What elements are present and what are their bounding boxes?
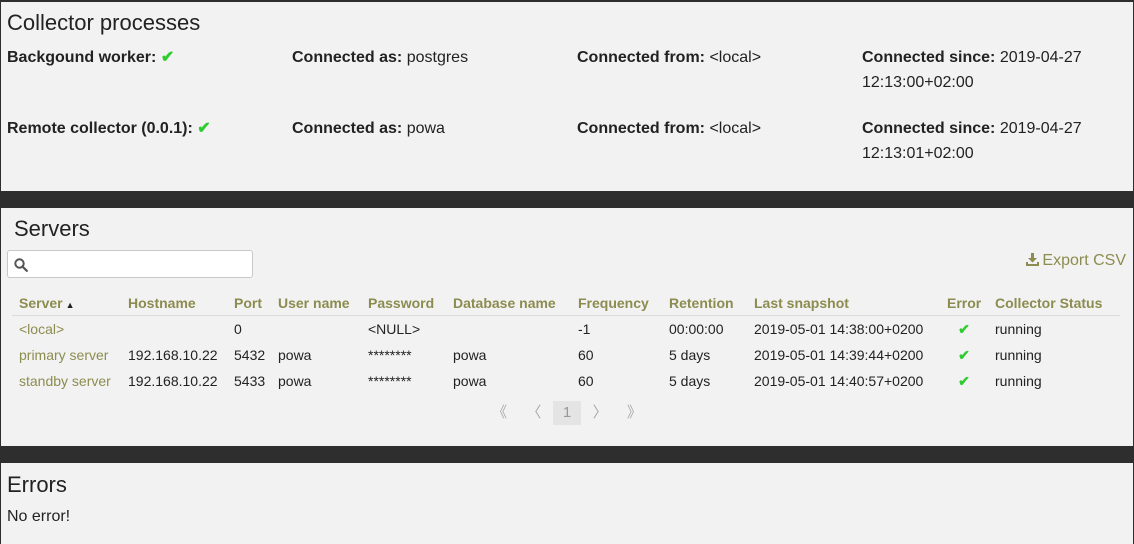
server-link[interactable]: standby server (12, 368, 121, 394)
collector-name-label: Remote collector (0.0.1): (7, 120, 193, 137)
error-message: No error! (7, 508, 71, 525)
status-cell: running (995, 373, 1042, 389)
table-row: primary server 192.168.10.22 5432 powa *… (12, 342, 1120, 368)
check-icon: ✔ (160, 49, 175, 66)
search-input[interactable] (34, 254, 248, 276)
connected-as-label: Connected as: (292, 49, 403, 66)
username-cell: powa (278, 373, 312, 389)
connected-since: Connected since: 2019-04-27 12:13:01+02:… (862, 116, 1122, 166)
last-snapshot-cell: 2019-05-01 14:40:57+0200 (754, 373, 924, 389)
hostname-cell: 192.168.10.22 (128, 373, 218, 389)
column-header-username[interactable]: User name (271, 291, 361, 316)
table-header-row: Server ▲ Hostname Port User name Password… (12, 291, 1120, 316)
last-snapshot-cell: 2019-05-01 14:38:00+0200 (754, 321, 924, 337)
search-icon (14, 258, 28, 272)
connected-since-time: 12:13:01+02:00 (862, 145, 974, 162)
connected-as: Connected as: postgres (292, 45, 468, 70)
server-link[interactable]: primary server (12, 342, 121, 368)
column-header-port[interactable]: Port (227, 291, 271, 316)
error-cell: ✔ (940, 368, 988, 394)
connected-from-value: <local> (709, 49, 762, 66)
hostname-cell (121, 316, 227, 343)
connected-since: Connected since: 2019-04-27 12:13:00+02:… (862, 45, 1122, 95)
column-header-server[interactable]: Server ▲ (12, 291, 121, 316)
last-snapshot-cell: 2019-05-01 14:39:44+0200 (754, 347, 924, 363)
port-cell: 5433 (234, 373, 266, 389)
column-header-last-snapshot[interactable]: Last snapshot (747, 291, 940, 316)
connected-since-label: Connected since: (862, 120, 996, 137)
column-header-error[interactable]: Error (940, 291, 988, 316)
sort-ascending-icon: ▲ (65, 300, 75, 310)
port-cell: 0 (234, 321, 242, 337)
retention-cell: 00:00:00 (669, 321, 724, 337)
connected-as-value: powa (406, 120, 445, 137)
errors-title: Errors (7, 472, 67, 497)
servers-title: Servers (14, 216, 90, 241)
connected-from-value: <local> (709, 120, 762, 137)
collector-processes-panel: Collector processes Backgound worker: ✔ … (1, 2, 1133, 191)
connected-from-label: Connected from: (577, 120, 705, 137)
collector-name: Backgound worker: ✔ (7, 45, 174, 70)
last-page-button[interactable]: 》 (619, 401, 649, 422)
connected-as: Connected as: powa (292, 116, 445, 141)
status-cell: running (995, 321, 1042, 337)
frequency-cell: 60 (578, 347, 594, 363)
column-header-hostname[interactable]: Hostname (121, 291, 227, 316)
password-cell: <NULL> (368, 321, 421, 337)
connected-as-label: Connected as: (292, 120, 403, 137)
retention-cell: 5 days (669, 373, 711, 389)
connected-since-date: 2019-04-27 (999, 120, 1082, 137)
frequency-cell: 60 (578, 373, 594, 389)
collector-title: Collector processes (7, 10, 201, 35)
table-row: <local> 0 <NULL> -1 00:00:00 2019-05-01 … (12, 316, 1120, 343)
check-icon: ✔ (958, 346, 970, 363)
database-cell: powa (453, 347, 487, 363)
collector-name: Remote collector (0.0.1): ✔ (7, 116, 211, 141)
check-icon: ✔ (197, 120, 211, 137)
export-csv-button[interactable]: Export CSV (1026, 252, 1126, 270)
search-box[interactable] (7, 250, 253, 278)
connected-since-label: Connected since: (862, 49, 996, 66)
username-cell: powa (278, 347, 312, 363)
error-cell: ✔ (940, 342, 988, 368)
page-number-button[interactable]: 1 (553, 401, 581, 425)
password-cell: ******** (368, 347, 412, 363)
column-header-frequency[interactable]: Frequency (571, 291, 662, 316)
error-cell: ✔ (940, 316, 988, 343)
export-csv-label: Export CSV (1042, 252, 1126, 269)
password-cell: ******** (368, 373, 412, 389)
column-header-retention[interactable]: Retention (662, 291, 747, 316)
status-cell: running (995, 347, 1042, 363)
collector-name-label: Backgound worker: (7, 49, 157, 66)
previous-page-button[interactable]: 〈 (519, 401, 549, 422)
database-cell: powa (453, 373, 487, 389)
database-cell (446, 316, 571, 343)
first-page-button[interactable]: 《 (485, 401, 515, 422)
table-row: standby server 192.168.10.22 5433 powa *… (12, 368, 1120, 394)
check-icon: ✔ (958, 372, 970, 389)
connected-from: Connected from: <local> (577, 45, 761, 70)
username-cell (271, 316, 361, 343)
check-icon: ✔ (958, 320, 970, 337)
next-page-button[interactable]: 〉 (585, 401, 615, 422)
server-link[interactable]: <local> (12, 316, 121, 343)
retention-cell: 5 days (669, 347, 711, 363)
frequency-cell: -1 (578, 321, 591, 337)
servers-table: Server ▲ Hostname Port User name Password… (12, 291, 1120, 394)
errors-panel: Errors No error! (1, 463, 1133, 544)
connected-since-time: 12:13:00+02:00 (862, 74, 974, 91)
connected-from-label: Connected from: (577, 49, 705, 66)
column-header-label: Server (19, 295, 63, 311)
port-cell: 5432 (234, 347, 266, 363)
connected-from: Connected from: <local> (577, 116, 761, 141)
column-header-collector-status[interactable]: Collector Status (988, 291, 1120, 316)
column-header-database[interactable]: Database name (446, 291, 571, 316)
hostname-cell: 192.168.10.22 (128, 347, 218, 363)
column-header-password[interactable]: Password (361, 291, 446, 316)
connected-as-value: postgres (406, 49, 469, 66)
connected-since-date: 2019-04-27 (999, 49, 1082, 66)
servers-panel: Servers Export CSV Server ▲ Hostname Port… (1, 208, 1133, 446)
pagination: 《 〈 1 〉 》 (1, 401, 1133, 425)
download-icon (1026, 253, 1040, 266)
